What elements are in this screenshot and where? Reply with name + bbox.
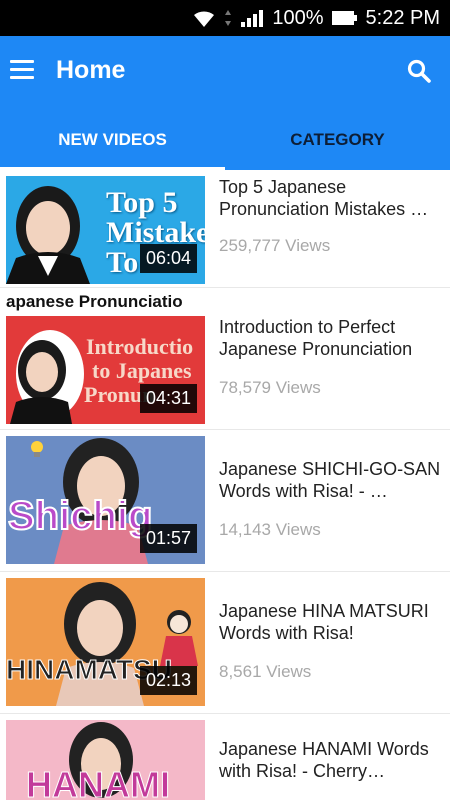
tab-category[interactable]: CATEGORY: [225, 108, 450, 170]
status-icons: 100% 5:22 PM: [192, 0, 440, 36]
thumbnail-header-text: apanese Pronunciatio: [6, 292, 183, 311]
video-item[interactable]: HANAMI Japanese HANAMI Words with Risa! …: [0, 714, 450, 800]
search-icon[interactable]: [406, 58, 432, 84]
video-views: 78,579 Views: [219, 378, 321, 397]
video-thumbnail[interactable]: HINAMATSU 02:13: [6, 578, 205, 706]
video-duration: 06:04: [139, 244, 197, 273]
video-title[interactable]: Japanese SHICHI-GO-SAN Words with Risa! …: [219, 458, 441, 502]
tab-bar: NEW VIDEOS CATEGORY: [0, 108, 450, 170]
lightbulb-icon: [31, 441, 43, 457]
page-title: Home: [56, 56, 126, 84]
signal-icon: [241, 10, 264, 27]
battery-percent: 100%: [272, 6, 324, 29]
tab-new-videos[interactable]: NEW VIDEOS: [0, 108, 225, 170]
status-bar: 100% 5:22 PM: [0, 0, 450, 36]
wifi-icon: [194, 11, 215, 27]
video-thumbnail[interactable]: HANAMI: [6, 720, 205, 800]
video-item[interactable]: HINAMATSU 02:13 Japanese HINA MATSURI Wo…: [0, 572, 450, 714]
video-title[interactable]: Introduction to Perfect Japanese Pronunc…: [219, 316, 441, 360]
video-title[interactable]: Japanese HINA MATSURI Words with Risa!: [219, 600, 441, 644]
presenter-image: [6, 186, 90, 284]
video-list[interactable]: Top 5 Mistake To 06:04 Top 5 Japanese Pr…: [0, 170, 450, 800]
presenter-image: [56, 582, 144, 706]
video-item[interactable]: apanese Pronunciatio Introductio to Japa…: [0, 288, 450, 430]
video-duration: 01:57: [139, 524, 197, 553]
video-views: 8,561 Views: [219, 662, 312, 681]
thumbnail-caption: HANAMI: [26, 764, 171, 800]
video-views: 259,777 Views: [219, 236, 331, 255]
video-thumbnail[interactable]: Top 5 Mistake To 06:04: [6, 176, 205, 284]
video-thumbnail[interactable]: Shichig 01:57: [6, 436, 205, 564]
video-title[interactable]: Japanese HANAMI Words with Risa! - Cherr…: [219, 738, 441, 782]
video-views: 14,143 Views: [219, 520, 321, 539]
clock: 5:22 PM: [365, 6, 440, 29]
video-duration: 04:31: [139, 384, 197, 413]
video-item[interactable]: Top 5 Mistake To 06:04 Top 5 Japanese Pr…: [0, 170, 450, 288]
video-title[interactable]: Top 5 Japanese Pronunciation Mistakes …: [219, 176, 441, 220]
thumbnail-caption: Shichig: [7, 493, 153, 539]
data-arrows-icon: [225, 10, 232, 26]
presenter-image: [10, 330, 84, 424]
video-duration: 02:13: [139, 666, 197, 695]
thumbnail-caption-line1: Introductio: [86, 334, 194, 359]
video-item[interactable]: Shichig 01:57 Japanese SHICHI-GO-SAN Wor…: [0, 430, 450, 572]
app-bar: Home: [0, 36, 450, 108]
video-thumbnail[interactable]: Introductio to Japanes Pronun 04:31: [6, 316, 205, 424]
menu-icon[interactable]: [10, 60, 34, 82]
thumbnail-caption-line2: to Japanes: [92, 358, 192, 383]
battery-icon: [331, 11, 357, 25]
